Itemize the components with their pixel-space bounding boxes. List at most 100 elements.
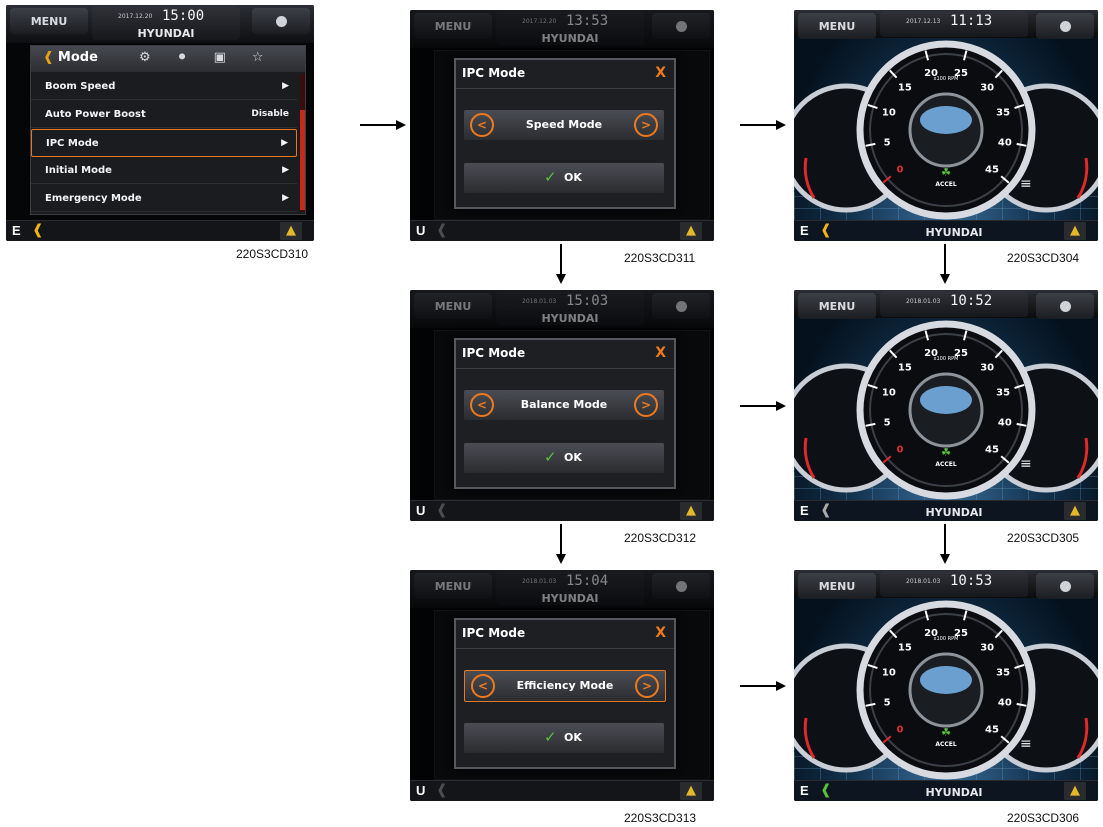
arrow-right bbox=[360, 120, 406, 130]
travel-speed-turtle-icon: ▲ bbox=[1064, 782, 1086, 800]
bottom-bar: E ❰ ▲ bbox=[6, 220, 314, 241]
menu-item-emergency-mode[interactable]: Emergency Mode ▶ bbox=[31, 185, 297, 212]
rpm-tick-label: 5 bbox=[884, 698, 891, 709]
brand-label: HYUNDAI bbox=[137, 27, 195, 40]
rpm-tick-label: 45 bbox=[985, 165, 999, 176]
brand-label: HYUNDAI bbox=[925, 786, 983, 799]
arrow-down bbox=[556, 524, 566, 564]
close-icon[interactable]: X bbox=[655, 345, 666, 361]
menu-item-boom-speed[interactable]: Boom Speed ▶ bbox=[31, 73, 297, 100]
menu-button[interactable]: MENU bbox=[798, 293, 876, 319]
date-label: 2017.12.13 bbox=[906, 18, 941, 25]
hydraulic-oil-icon: ≡ bbox=[1020, 736, 1032, 752]
ipc-mode-popup: IPC Mode X < Efficiency Mode > ✓ OK bbox=[454, 618, 676, 769]
travel-speed-turtle-icon: ▲ bbox=[680, 502, 702, 520]
ok-label: OK bbox=[564, 451, 582, 464]
rpm-tick-label: 35 bbox=[996, 668, 1010, 679]
date-label: 2017.12.20 bbox=[118, 13, 153, 20]
menu-item-ipc-mode[interactable]: IPC Mode ▶ bbox=[31, 129, 297, 157]
divider bbox=[456, 648, 674, 649]
mode-selector[interactable]: < Balance Mode > bbox=[464, 390, 664, 420]
work-mode-icon: ❰ bbox=[820, 782, 832, 798]
accel-label: ACCEL bbox=[935, 181, 957, 188]
excavator-arm-icon: ❰ bbox=[43, 50, 54, 65]
bottom-bar: E ❰ HYUNDAI ▲ bbox=[794, 220, 1098, 241]
menu-button[interactable]: MENU bbox=[798, 13, 876, 39]
user-icon[interactable]: ⚫ bbox=[177, 50, 188, 65]
power-mode-letter: U bbox=[416, 783, 426, 798]
bottom-bar: U ❰ ▲ bbox=[410, 500, 714, 521]
ok-button[interactable]: ✓ OK bbox=[464, 443, 664, 473]
favorite-star-icon[interactable]: ☆ bbox=[252, 50, 264, 65]
tab-mode[interactable]: ❰ Mode bbox=[43, 50, 98, 65]
rpm-tick-label: 10 bbox=[882, 668, 896, 679]
menu-item-auto-power-boost[interactable]: Auto Power Boost Disable bbox=[31, 101, 297, 128]
camera-icon bbox=[1059, 20, 1071, 32]
camera-button[interactable] bbox=[252, 8, 310, 34]
power-mode-letter: E bbox=[800, 783, 809, 798]
rpm-tick-label: 45 bbox=[985, 725, 999, 736]
mode-selector[interactable]: < Efficiency Mode > bbox=[464, 670, 666, 702]
hydraulic-oil-icon: ≡ bbox=[1020, 176, 1032, 192]
work-mode-icon: ❰ bbox=[820, 502, 832, 518]
camera-icon bbox=[275, 15, 287, 27]
ok-label: OK bbox=[564, 731, 582, 744]
screen-220S3CD305: MENU 2018.01.03 10:52 ⛽♨≡051015202530354… bbox=[794, 290, 1098, 521]
arrow-down bbox=[556, 244, 566, 284]
rpm-tick-label: 5 bbox=[884, 138, 891, 149]
bottom-bar: E ❰ HYUNDAI ▲ bbox=[794, 500, 1098, 521]
caption: 220S3CD313 bbox=[624, 811, 697, 825]
camera-icon bbox=[1059, 580, 1071, 592]
rpm-tick-label: 35 bbox=[996, 388, 1010, 399]
mode-menu-panel: ❰ Mode ⚙ ⚫ ▣ ☆ Boom Speed ▶ Auto Power Boo… bbox=[30, 45, 306, 215]
accel-label: ACCEL bbox=[935, 741, 957, 748]
rpm-tick-label: 0 bbox=[897, 725, 904, 736]
work-mode-icon: ❰ bbox=[436, 222, 448, 238]
camera-button[interactable] bbox=[1036, 13, 1094, 39]
power-mode-letter: U bbox=[416, 223, 426, 238]
travel-speed-turtle-icon: ▲ bbox=[1064, 222, 1086, 240]
bottom-bar: E ❰ HYUNDAI ▲ bbox=[794, 780, 1098, 801]
work-mode-icon: ❰ bbox=[820, 222, 832, 238]
travel-speed-turtle-icon: ▲ bbox=[680, 222, 702, 240]
display-icon[interactable]: ▣ bbox=[214, 50, 226, 65]
time-label: 15:00 bbox=[162, 8, 205, 24]
rpm-dial-glass bbox=[920, 386, 972, 414]
camera-button[interactable] bbox=[1036, 293, 1094, 319]
screen-220S3CD306: MENU 2018.01.03 10:53 ⛽♨≡051015202530354… bbox=[794, 570, 1098, 801]
ok-button[interactable]: ✓ OK bbox=[464, 163, 664, 193]
rpm-tick-label: 15 bbox=[898, 642, 912, 653]
rpm-tick-label: 30 bbox=[980, 82, 994, 93]
close-icon[interactable]: X bbox=[655, 65, 666, 81]
arrow-down bbox=[940, 244, 950, 284]
brand-label: HYUNDAI bbox=[925, 226, 983, 239]
clock-panel: 2017.12.13 11:13 bbox=[880, 11, 1028, 37]
ok-button[interactable]: ✓ OK bbox=[464, 723, 664, 753]
menu-button[interactable]: MENU bbox=[10, 8, 88, 34]
bottom-bar: U ❰ ▲ bbox=[410, 780, 714, 801]
chevron-right-icon[interactable]: > bbox=[634, 393, 658, 417]
work-mode-icon: ❰ bbox=[436, 782, 448, 798]
scrollbar[interactable] bbox=[300, 74, 305, 212]
mode-selector[interactable]: < Speed Mode > bbox=[464, 110, 664, 140]
chevron-right-icon[interactable]: > bbox=[634, 113, 658, 137]
rpm-tick-label: 10 bbox=[882, 388, 896, 399]
ok-label: OK bbox=[564, 171, 582, 184]
caption: 220S3CD310 bbox=[236, 247, 309, 261]
scroll-thumb[interactable] bbox=[300, 110, 305, 210]
monitoring-icon[interactable]: ⚙ bbox=[139, 50, 151, 65]
screen-220S3CD304: MENU 2017.12.13 11:13 ⛽♨≡051015202530354… bbox=[794, 10, 1098, 241]
work-mode-icon: ❰ bbox=[32, 222, 44, 238]
gauge-cluster: ⛽♨≡051015202530354045x100 RPMACCEL☘ bbox=[794, 40, 1098, 220]
check-icon: ✓ bbox=[544, 448, 557, 466]
hydraulic-oil-icon: ≡ bbox=[1020, 456, 1032, 472]
menu-button[interactable]: MENU bbox=[798, 573, 876, 599]
menu-item-initial-mode[interactable]: Initial Mode ▶ bbox=[31, 157, 297, 184]
close-icon[interactable]: X bbox=[655, 625, 666, 641]
camera-button[interactable] bbox=[1036, 573, 1094, 599]
chevron-right-icon[interactable]: > bbox=[635, 674, 659, 698]
gauge-cluster: ⛽♨≡051015202530354045x100 RPMACCEL☘ bbox=[794, 320, 1098, 500]
popup-title: IPC Mode bbox=[462, 66, 526, 80]
power-mode-letter: E bbox=[800, 503, 809, 518]
time-label: 10:52 bbox=[950, 293, 993, 309]
